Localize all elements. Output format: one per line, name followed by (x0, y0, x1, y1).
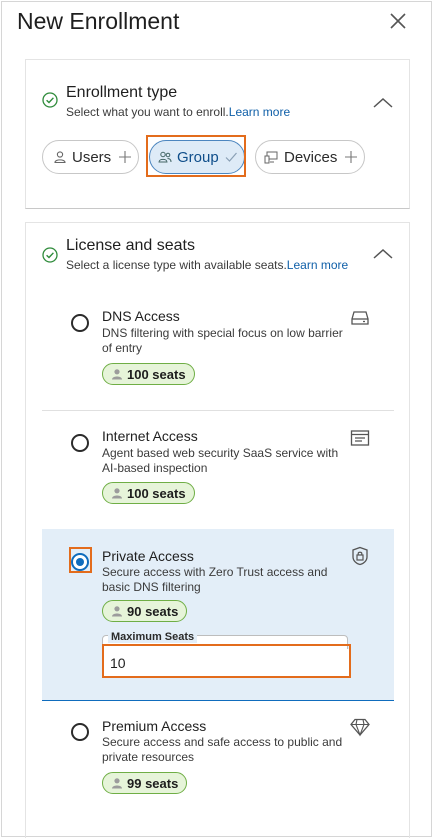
radio-button[interactable] (71, 434, 89, 452)
option-description: DNS filtering with special focus on low … (102, 326, 343, 355)
option-title: DNS Access (102, 308, 180, 324)
option-description: Secure access and safe access to public … (102, 735, 343, 764)
chip-devices[interactable]: Devices (255, 140, 365, 174)
close-icon[interactable] (388, 11, 408, 31)
chip-label: Users (72, 149, 112, 166)
section-subtitle: Select what you want to enroll.Learn mor… (66, 105, 291, 119)
plus-icon (344, 150, 358, 164)
license-option-premium[interactable]: Premium Access Secure access and safe ac… (42, 707, 394, 817)
seat-badge: 99 seats (102, 772, 188, 794)
plus-icon (118, 150, 132, 164)
maximum-seats-label: Maximum Seats (108, 631, 198, 643)
option-title: Private Access (102, 548, 194, 564)
learn-more-link[interactable]: Learn more (229, 105, 290, 119)
chip-group[interactable]: Group (149, 140, 245, 174)
option-description: Secure access with Zero Trust access and… (102, 565, 328, 594)
section-title: License and seats (66, 237, 195, 254)
chevron-up-icon[interactable] (372, 247, 394, 261)
radio-button[interactable] (71, 723, 89, 741)
chip-users[interactable]: Users (42, 140, 139, 174)
section-title: Enrollment type (66, 84, 178, 101)
drive-icon (350, 308, 370, 328)
diamond-icon (350, 717, 370, 737)
license-option-internet[interactable]: Internet Access Agent based web security… (42, 413, 394, 523)
radio-button[interactable] (71, 314, 89, 332)
check-icon (224, 150, 238, 164)
maximum-seats-input[interactable] (104, 649, 350, 677)
option-title: Premium Access (102, 718, 207, 734)
check-circle-icon (42, 92, 58, 108)
shield-lock-icon (350, 546, 370, 566)
option-title: Internet Access (102, 428, 198, 444)
option-description: Agent based web security SaaS service wi… (102, 446, 339, 475)
page-title: New Enrollment (17, 8, 180, 34)
learn-more-link[interactable]: Learn more (287, 258, 348, 272)
web-window-icon (350, 428, 370, 448)
check-circle-icon (42, 247, 58, 263)
divider (42, 410, 394, 411)
enrollment-type-section: Enrollment type Select what you want to … (25, 59, 410, 209)
license-seats-section: License and seats Select a license type … (25, 222, 410, 838)
seat-badge: 100 seats (102, 363, 195, 385)
seat-badge: 90 seats (102, 600, 188, 622)
enrollment-panel: New Enrollment Enrollment type Select wh… (1, 1, 432, 838)
radio-button-selected[interactable] (71, 553, 89, 571)
section-subtitle: Select a license type with available sea… (66, 258, 349, 272)
chevron-up-icon[interactable] (372, 96, 394, 110)
group-icon (158, 150, 172, 164)
license-option-dns[interactable]: DNS Access DNS filtering with special fo… (42, 293, 394, 403)
seat-badge: 100 seats (102, 482, 195, 504)
chip-label: Devices (284, 149, 338, 166)
chip-label: Group (177, 149, 219, 166)
person-icon (53, 150, 67, 164)
devices-icon (264, 150, 278, 164)
